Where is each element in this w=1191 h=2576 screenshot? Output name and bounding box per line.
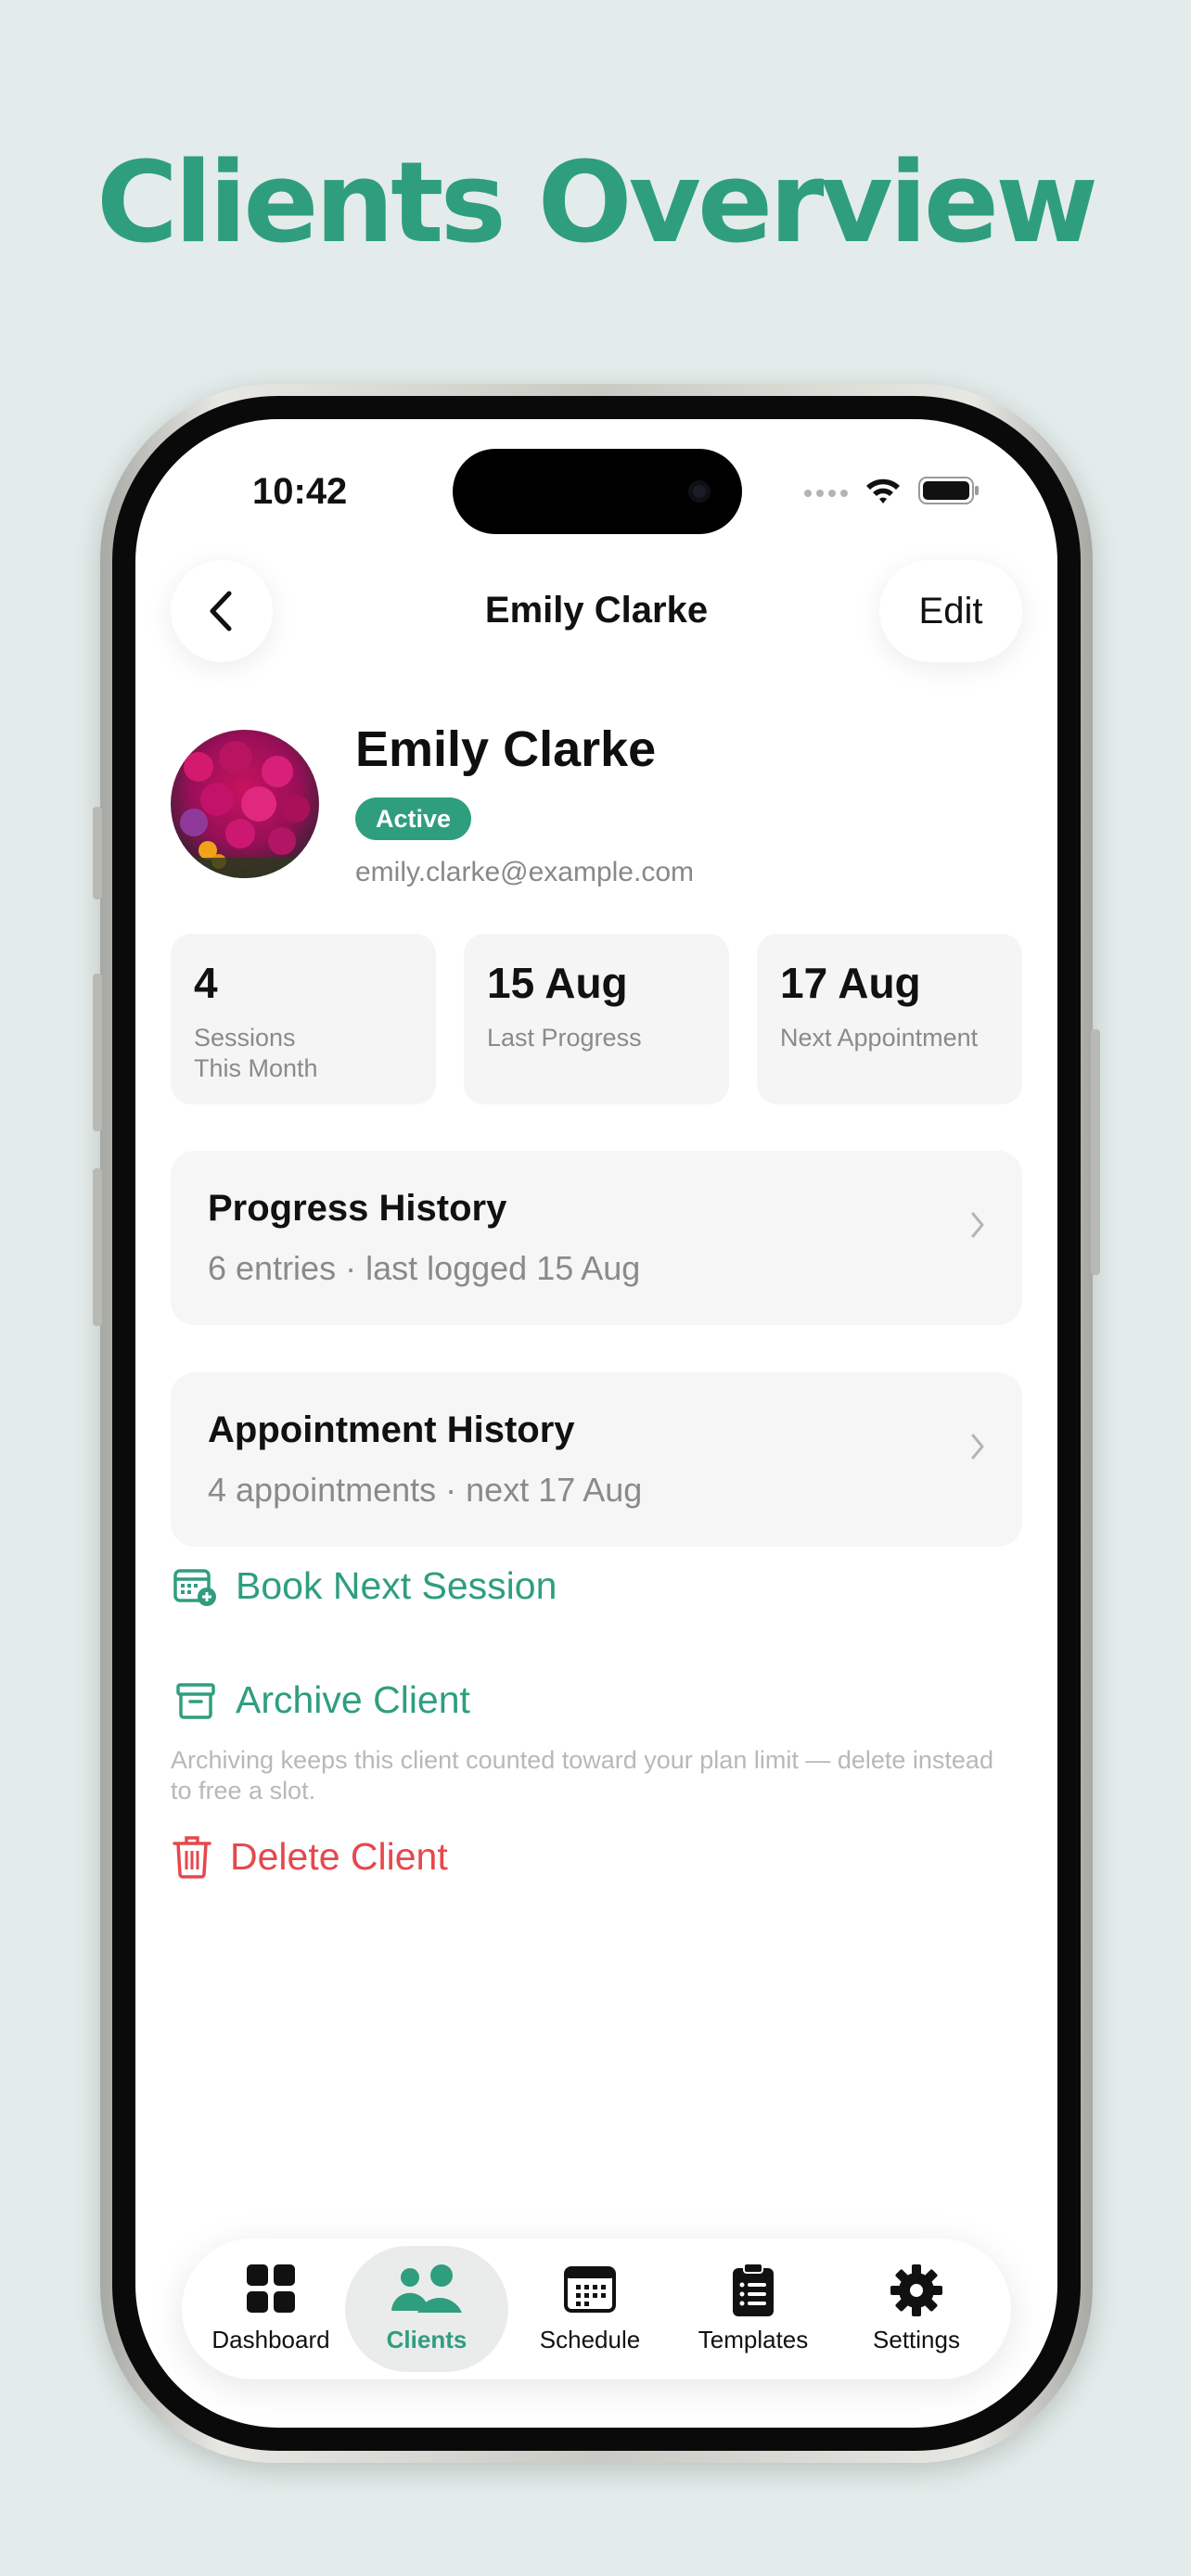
trash-icon — [173, 1836, 211, 1879]
book-next-session-button[interactable]: Book Next Session — [173, 1564, 557, 1608]
stat-label: Sessions This Month — [194, 1024, 318, 1082]
chevron-right-icon — [971, 1212, 984, 1238]
tab-label: Dashboard — [211, 2326, 330, 2353]
appointment-history-card[interactable]: Appointment History 4 appointments · nex… — [171, 1372, 1022, 1547]
headline: Clients Overview — [96, 139, 1098, 268]
calendar-add-icon — [173, 1568, 216, 1606]
tab-dashboard[interactable]: Dashboard — [189, 2246, 352, 2372]
tab-label: Schedule — [539, 2326, 641, 2353]
stat-sessions: 4 Sessions This Month — [171, 934, 436, 1104]
power-button — [1091, 1029, 1100, 1275]
tab-clients[interactable]: Clients — [345, 2246, 508, 2372]
signal-icon — [804, 489, 848, 497]
archive-client-button[interactable]: Archive Client — [173, 1678, 470, 1722]
gear-icon — [835, 2263, 998, 2318]
stat-label: Next Appointment — [780, 1024, 979, 1052]
action-button — [93, 807, 102, 899]
archive-box-icon — [176, 1682, 215, 1719]
volume-up-button — [93, 974, 102, 1131]
volume-down-button — [93, 1168, 102, 1326]
card-subtitle: 6 entries · last logged 15 Aug — [208, 1249, 641, 1287]
stat-last-progress: 15 Aug Last Progress — [464, 934, 729, 1104]
archive-note: Archiving keeps this client counted towa… — [171, 1746, 993, 1804]
tab-settings[interactable]: Settings — [835, 2246, 998, 2372]
tab-label: Templates — [698, 2326, 809, 2353]
people-icon — [345, 2263, 508, 2318]
calendar-icon — [508, 2263, 672, 2318]
book-next-session-label: Book Next Session — [236, 1564, 557, 1607]
clipboard-icon — [672, 2263, 835, 2318]
card-subtitle: 4 appointments · next 17 Aug — [208, 1471, 643, 1509]
grid-icon — [189, 2263, 352, 2318]
camera-icon — [688, 480, 711, 503]
edit-button[interactable]: Edit — [879, 560, 1022, 662]
avatar — [171, 730, 319, 878]
stat-value: 17 Aug — [780, 959, 921, 1007]
stat-value: 15 Aug — [487, 959, 628, 1007]
phone-screen: 10:42 Emily Clarke Edit Emily Clarke Act… — [135, 419, 1057, 2428]
tab-label: Clients — [386, 2326, 467, 2353]
chevron-right-icon — [971, 1434, 984, 1460]
stat-value: 4 — [194, 959, 218, 1007]
tab-bar: Dashboard Clients Schedule Templates Set… — [182, 2238, 1011, 2379]
tab-templates[interactable]: Templates — [672, 2246, 835, 2372]
status-time: 10:42 — [252, 471, 348, 512]
battery-icon — [918, 477, 980, 509]
status-badge: Active — [355, 797, 472, 840]
progress-history-card[interactable]: Progress History 6 entries · last logged… — [171, 1151, 1022, 1325]
client-name: Emily Clarke — [355, 721, 657, 777]
dynamic-island — [453, 449, 742, 534]
delete-client-button[interactable]: Delete Client — [171, 1833, 448, 1880]
status-icons — [804, 477, 980, 509]
card-title: Progress History — [208, 1188, 507, 1229]
stat-next-appointment: 17 Aug Next Appointment — [757, 934, 1022, 1104]
tab-label: Settings — [873, 2326, 960, 2353]
delete-client-label: Delete Client — [230, 1834, 448, 1878]
wifi-icon — [864, 477, 902, 509]
tab-schedule[interactable]: Schedule — [508, 2246, 672, 2372]
card-title: Appointment History — [208, 1409, 575, 1450]
client-email: emily.clarke@example.com — [355, 857, 694, 887]
stat-label: Last Progress — [487, 1024, 642, 1052]
archive-client-label: Archive Client — [236, 1678, 470, 1721]
